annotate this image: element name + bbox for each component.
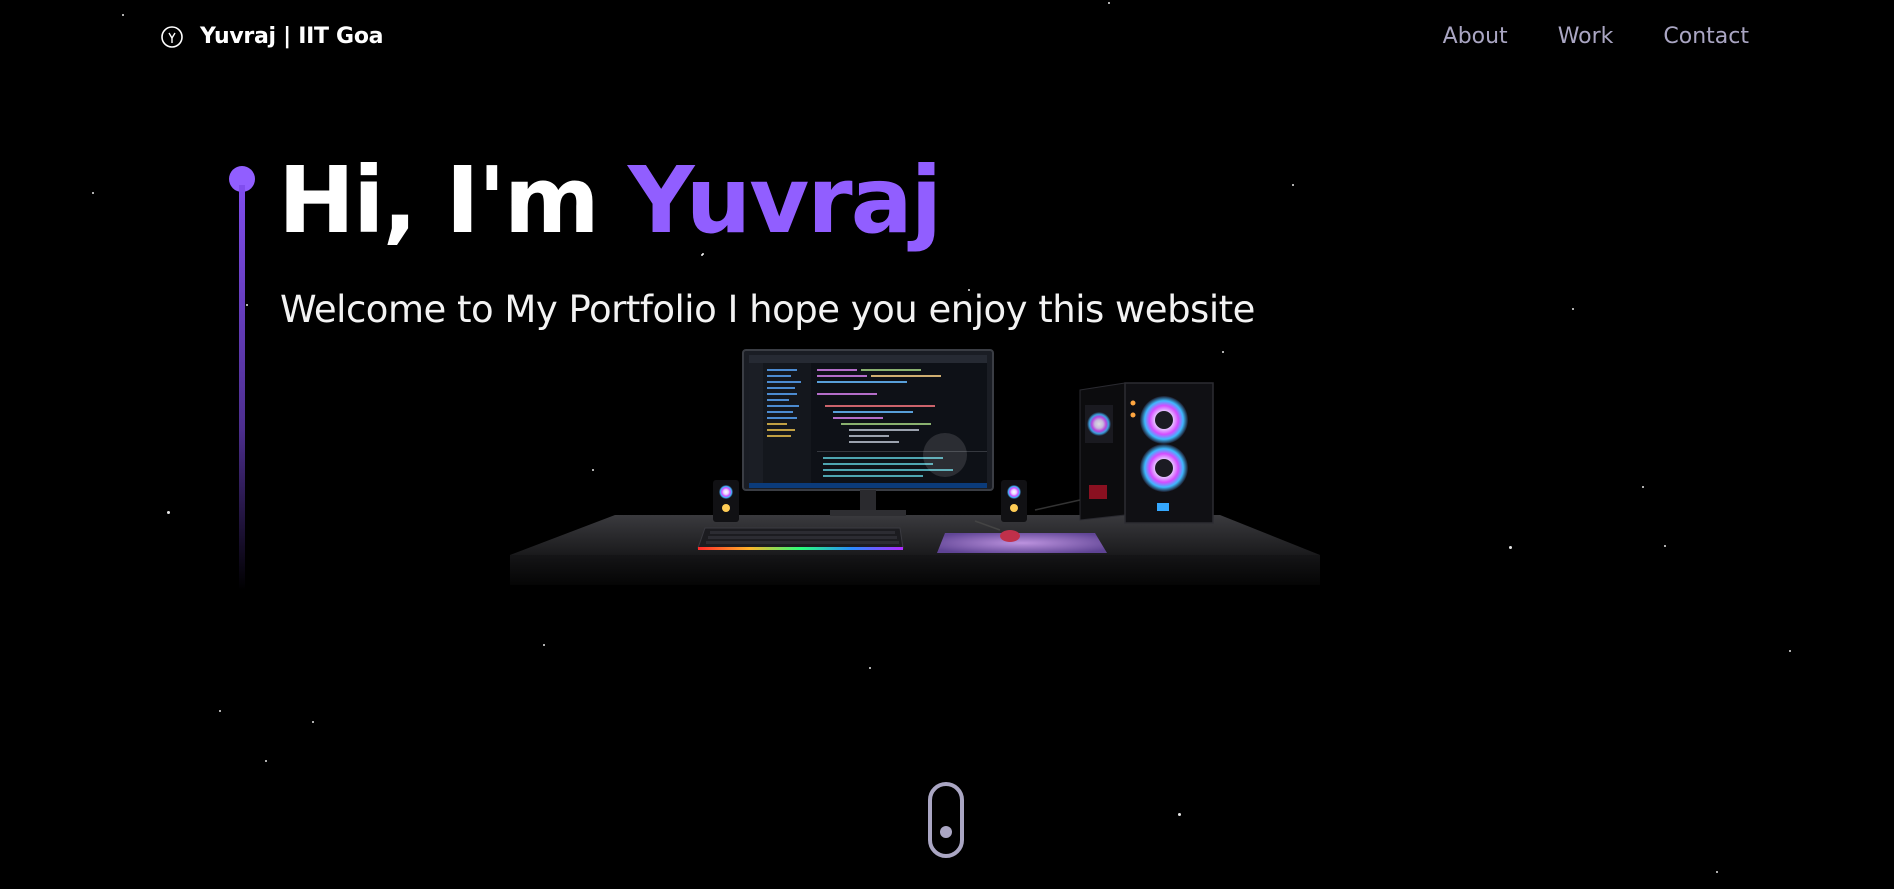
nav-links: About Work Contact — [1443, 24, 1749, 49]
nav-link-work[interactable]: Work — [1558, 24, 1614, 49]
hero-vertical-line — [239, 185, 245, 590]
nav-link-contact[interactable]: Contact — [1663, 24, 1749, 49]
brand-link[interactable]: Yuvraj | IIT Goa — [160, 24, 383, 49]
top-navbar: Yuvraj | IIT Goa About Work Contact — [0, 0, 1894, 80]
hero-subtitle: Welcome to My Portfolio I hope you enjoy… — [280, 288, 1255, 331]
desk-setup-illustration[interactable] — [505, 345, 1325, 595]
brand-name: Yuvraj | IIT Goa — [200, 24, 384, 49]
nav-link-about[interactable]: About — [1443, 24, 1508, 49]
hero-title: Hi, I'm Yuvraj — [278, 147, 942, 254]
hero-greeting: Hi, I'm — [278, 147, 628, 254]
scroll-dot — [940, 826, 952, 838]
page: Yuvraj | IIT Goa About Work Contact Hi, … — [0, 0, 1894, 889]
mouse-scroll-icon[interactable] — [928, 782, 964, 858]
hero-name: Yuvraj — [627, 147, 942, 254]
logo-icon — [161, 25, 183, 48]
